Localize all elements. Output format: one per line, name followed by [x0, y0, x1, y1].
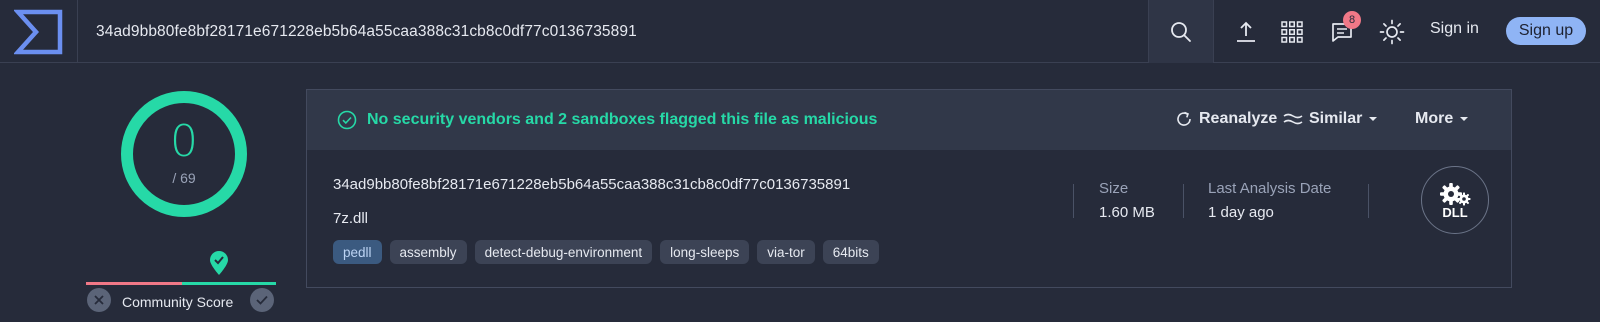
tag-pedll[interactable]: pedll — [333, 240, 382, 264]
more-label: More — [1415, 110, 1454, 127]
apps-button[interactable] — [1276, 16, 1308, 48]
file-name: 7z.dll — [333, 210, 369, 227]
notification-badge: 8 — [1343, 11, 1361, 29]
top-bar: 8 Sign in Sign up — [0, 0, 1600, 63]
theme-toggle[interactable] — [1376, 16, 1408, 48]
community-score: Community Score — [84, 250, 280, 322]
upload-button[interactable] — [1230, 16, 1262, 48]
more-dropdown[interactable]: More — [1415, 110, 1469, 128]
detection-score-gauge: 0 / 69 — [118, 88, 250, 220]
gears-icon — [1440, 182, 1471, 205]
community-marker-icon — [208, 250, 230, 281]
tag-64bits[interactable]: 64bits — [822, 240, 879, 264]
tag-via-tor[interactable]: via-tor — [757, 240, 815, 264]
divider — [1073, 184, 1074, 218]
verdict-banner: No security vendors and 2 sandboxes flag… — [337, 110, 877, 130]
verdict-header: No security vendors and 2 sandboxes flag… — [307, 90, 1511, 150]
similar-icon — [1283, 113, 1303, 125]
detection-count: 0 — [170, 116, 198, 167]
refresh-icon — [1177, 111, 1191, 126]
community-score-label: Community Score — [122, 294, 234, 310]
vote-harmful-button[interactable] — [87, 288, 111, 312]
divider — [1368, 184, 1369, 218]
tag-detect-debug-environment[interactable]: detect-debug-environment — [474, 240, 653, 264]
tag-list: pedll assembly detect-debug-environment … — [333, 240, 879, 264]
search-icon — [1171, 21, 1191, 42]
sign-in-link[interactable]: Sign in — [1430, 20, 1479, 38]
apps-grid-icon — [1281, 21, 1303, 43]
file-summary-card: No security vendors and 2 sandboxes flag… — [306, 89, 1512, 288]
theme-sun-icon — [1379, 19, 1405, 45]
verdict-text: No security vendors and 2 sandboxes flag… — [367, 111, 878, 128]
tag-long-sleeps[interactable]: long-sleeps — [660, 240, 750, 264]
vote-harmless-button[interactable] — [250, 288, 274, 312]
reanalyze-label: Reanalyze — [1199, 110, 1278, 127]
detection-total: / 69 — [172, 170, 196, 186]
upload-icon — [1237, 21, 1255, 42]
community-negative-bar — [86, 282, 182, 285]
tag-assembly[interactable]: assembly — [389, 240, 467, 264]
community-positive-bar — [182, 282, 276, 285]
divider — [1183, 184, 1184, 218]
similar-label: Similar — [1309, 110, 1363, 127]
file-type-label: DLL — [1442, 204, 1468, 220]
close-icon — [94, 295, 104, 305]
search-bar — [78, 0, 1148, 63]
chevron-down-icon — [1369, 117, 1378, 121]
virustotal-logo[interactable] — [0, 0, 78, 63]
sign-up-button[interactable]: Sign up — [1506, 17, 1586, 45]
check-circle-icon — [337, 110, 357, 130]
check-icon — [256, 295, 268, 305]
last-analysis-label: Last Analysis Date — [1208, 180, 1332, 197]
reanalyze-button[interactable]: Reanalyze — [1175, 110, 1277, 128]
last-analysis-value: 1 day ago — [1208, 204, 1274, 221]
notifications-button[interactable]: 8 — [1326, 11, 1361, 48]
size-label: Size — [1099, 180, 1129, 197]
size-value: 1.60 MB — [1099, 204, 1155, 221]
chevron-down-icon — [1460, 117, 1469, 121]
search-input[interactable] — [96, 22, 1116, 41]
file-type-badge: DLL — [1421, 166, 1489, 234]
similar-dropdown[interactable]: Similar — [1283, 110, 1378, 128]
file-hash[interactable]: 34ad9bb80fe8bf28171e671228eb5b64a55caa38… — [333, 176, 850, 193]
search-button[interactable] — [1148, 0, 1214, 63]
